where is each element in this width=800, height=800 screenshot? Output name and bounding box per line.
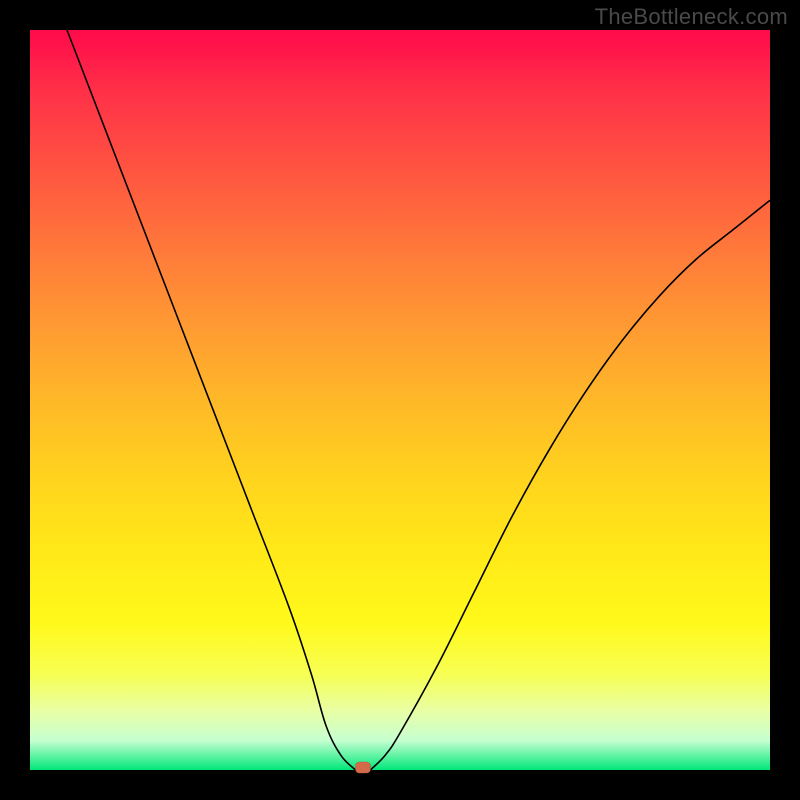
- chart-wrapper: TheBottleneck.com: [0, 0, 800, 800]
- curve-left-branch: [67, 30, 356, 770]
- watermark-text: TheBottleneck.com: [595, 4, 788, 30]
- curve-right-branch: [370, 200, 770, 770]
- chart-plot-area: [30, 30, 770, 770]
- optimal-marker: [356, 762, 371, 773]
- bottleneck-curve-svg: [30, 30, 770, 770]
